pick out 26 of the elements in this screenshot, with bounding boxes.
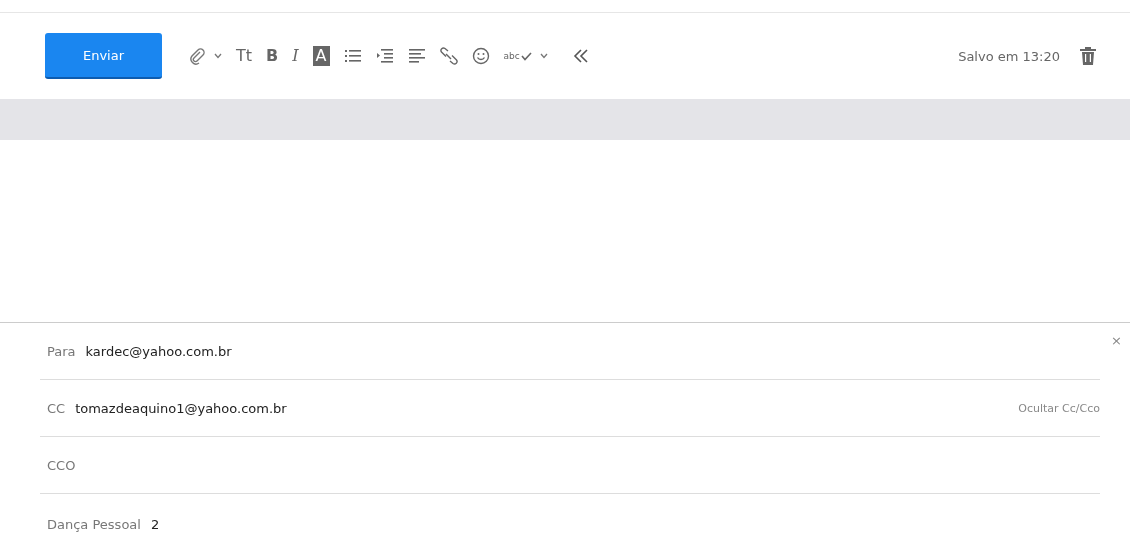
double-chevron-icon[interactable] [571, 49, 590, 63]
spellcheck-button[interactable]: abc [503, 51, 532, 61]
smiley-icon[interactable] [471, 47, 490, 65]
input-field[interactable]: 2 [150, 516, 160, 532]
format-button[interactable]: B [266, 46, 279, 66]
field-label: CC [47, 400, 66, 416]
field-label: Para [47, 343, 76, 359]
input-field[interactable]: tomazdeaquino1@yahoo.com.br [75, 400, 287, 416]
link-icon[interactable] [439, 47, 458, 65]
format-button[interactable]: Tt [236, 46, 253, 66]
trash-icon[interactable] [1080, 47, 1096, 65]
hide-cc-link[interactable]: Ocultar Cc/Cco [1018, 401, 1100, 415]
caret-icon[interactable] [214, 53, 222, 59]
field-label: CCO [47, 457, 76, 473]
caret-icon[interactable] [539, 53, 548, 59]
field-label: Dança Pessoal [47, 516, 141, 532]
input-field[interactable]: kardec@yahoo.com.br [85, 343, 232, 359]
align-left-icon[interactable] [407, 48, 426, 64]
format-button[interactable]: I [292, 46, 299, 66]
paperclip-icon[interactable] [188, 47, 206, 65]
format-button[interactable]: A [312, 46, 330, 66]
indent-icon[interactable] [375, 48, 394, 64]
close-button[interactable]: × [1111, 333, 1122, 348]
saved-status: Salvo em 13:20 [958, 48, 1060, 64]
bulleted-list-icon[interactable] [343, 48, 362, 64]
send-button[interactable]: Enviar [45, 33, 162, 79]
